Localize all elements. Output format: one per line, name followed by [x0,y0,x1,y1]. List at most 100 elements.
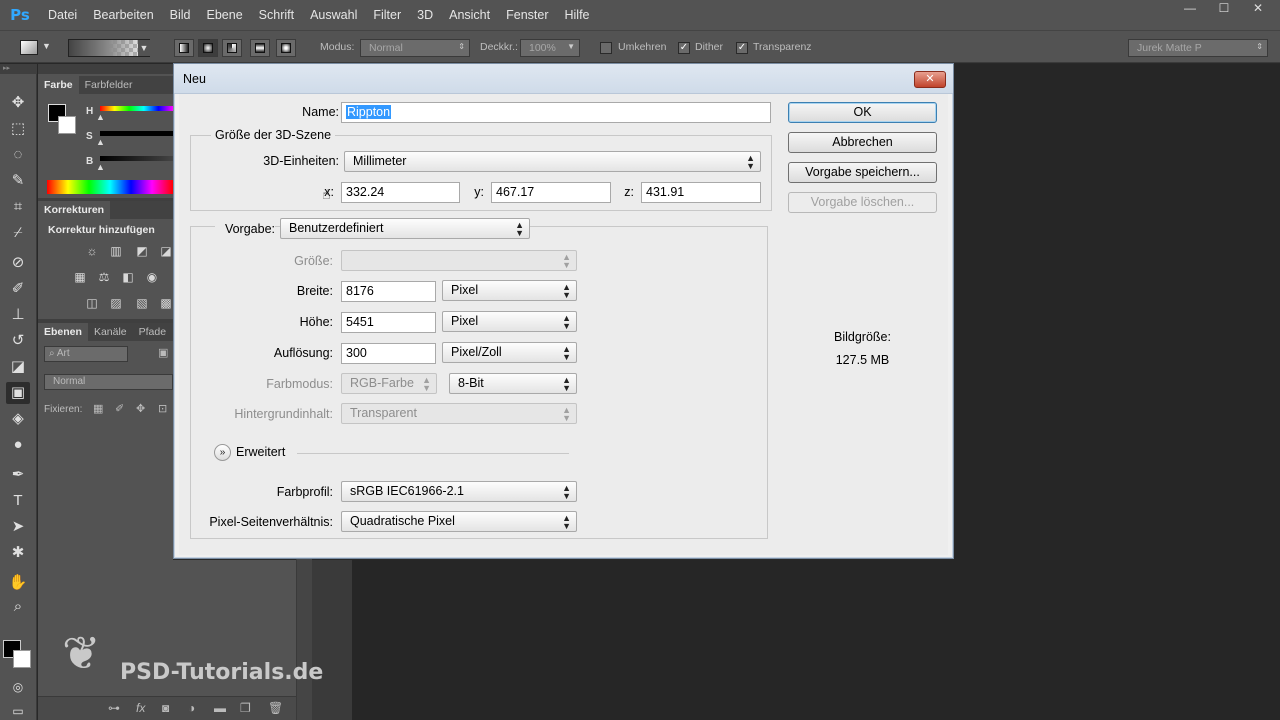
tool-preset-picker[interactable]: ▼ [12,39,52,57]
units-select[interactable]: Millimeter ▲ ▼ [344,151,761,172]
path-selection-tool-icon[interactable]: ➤ [6,516,30,538]
menu-hilfe[interactable]: Hilfe [557,8,598,22]
screen-mode-icon[interactable]: ▭ [6,700,30,720]
tab-farbfelder[interactable]: Farbfelder [79,76,139,94]
menu-bild[interactable]: Bild [162,8,199,22]
name-field[interactable]: Rippton [341,102,771,123]
height-unit-select[interactable]: Pixel ▲ ▼ [442,311,577,332]
height-field[interactable]: 5451 [341,312,436,333]
type-tool-icon[interactable]: T [6,490,30,512]
radial-gradient-button[interactable] [198,39,218,57]
z-field[interactable]: 431.91 [641,182,761,203]
linear-gradient-button[interactable] [174,39,194,57]
menu-3d[interactable]: 3D [409,8,441,22]
profile-select[interactable]: sRGB IEC61966-2.1 ▲ ▼ [341,481,577,502]
threshold-icon[interactable]: ▧ [134,296,150,310]
width-unit-select[interactable]: Pixel ▲ ▼ [442,280,577,301]
hand-tool-icon[interactable]: ✋ [6,572,30,594]
tab-pfade[interactable]: Pfade [133,323,172,341]
slider-thumb-icon[interactable]: ▲ [96,112,105,122]
reverse-checkbox[interactable] [600,42,612,54]
dialog-titlebar[interactable]: Neu ✕ [174,64,953,94]
quick-selection-tool-icon[interactable]: ✎ [6,170,30,192]
lock-all-icon[interactable]: ⊡ [158,402,167,415]
menu-ebene[interactable]: Ebene [199,8,251,22]
menu-filter[interactable]: Filter [365,8,409,22]
delete-preset-button[interactable]: Vorgabe löschen... [788,192,937,213]
close-icon[interactable]: ✕ [914,71,946,88]
adjustment-layer-icon[interactable]: ◑ [188,701,195,715]
opacity-input[interactable]: 100% ▼ [520,39,580,57]
color-background-swatch[interactable] [58,116,76,134]
history-brush-tool-icon[interactable]: ↺ [6,330,30,352]
photo-filter-icon[interactable]: ◉ [144,270,160,284]
invert-icon[interactable]: ◫ [84,296,100,310]
ok-button[interactable]: OK [788,102,937,123]
zoom-tool-icon[interactable]: ⌕ [6,596,30,618]
vibrance-icon[interactable]: ▦ [72,270,88,284]
stamp-tool-icon[interactable]: ⊥ [6,304,30,326]
color-spectrum[interactable] [47,180,173,194]
menu-bearbeiten[interactable]: Bearbeiten [85,8,161,22]
lock-transparent-icon[interactable]: ▦ [93,402,103,415]
dither-checkbox[interactable]: ✓ [678,42,690,54]
add-mask-icon[interactable]: ◙ [162,701,169,715]
link-layers-icon[interactable]: ⊶ [108,701,120,715]
diamond-gradient-button[interactable] [276,39,296,57]
menu-auswahl[interactable]: Auswahl [302,8,365,22]
healing-brush-tool-icon[interactable]: ⊘ [6,252,30,274]
cancel-button[interactable]: Abbrechen [788,132,937,153]
menu-datei[interactable]: Datei [40,8,85,22]
maximize-button[interactable]: ☐ [1208,0,1240,18]
levels-icon[interactable]: ▥ [108,244,124,258]
minimize-button[interactable]: — [1174,0,1206,18]
blur-tool-icon[interactable]: ◈ [6,408,30,430]
posterize-icon[interactable]: ▨ [108,296,124,310]
slider-s-bar[interactable] [100,131,173,136]
quick-mask-icon[interactable]: ◎ [6,676,30,698]
size-select[interactable]: ▲ ▼ [341,250,577,271]
lasso-tool-icon[interactable]: ◌ [6,144,30,166]
aspect-select[interactable]: Quadratische Pixel ▲ ▼ [341,511,577,532]
marquee-tool-icon[interactable]: ⬚ [6,118,30,140]
background-select[interactable]: Transparent ▲ ▼ [341,403,577,424]
curves-icon[interactable]: ◩ [134,244,150,258]
y-field[interactable]: 467.17 [491,182,611,203]
image-filter-icon[interactable]: ▣ [158,346,168,359]
move-tool-icon[interactable]: ✥ [6,92,30,114]
x-field[interactable]: 332.24 [341,182,460,203]
expand-advanced-icon[interactable]: » [214,444,231,461]
slider-b-bar[interactable] [100,156,173,161]
tab-farbe[interactable]: Farbe [38,76,79,94]
crop-tool-icon[interactable]: ⌗ [6,196,30,218]
save-preset-button[interactable]: Vorgabe speichern... [788,162,937,183]
shape-tool-icon[interactable]: ✱ [6,542,30,564]
brightness-icon[interactable]: ☼ [84,244,100,258]
resolution-unit-select[interactable]: Pixel/Zoll ▲ ▼ [442,342,577,363]
pen-tool-icon[interactable]: ✒ [6,464,30,486]
new-group-icon[interactable]: ▬ [214,701,226,715]
reflected-gradient-button[interactable] [250,39,270,57]
bitdepth-select[interactable]: 8-Bit ▲ ▼ [449,373,577,394]
new-layer-icon[interactable]: ❐ [240,701,251,715]
close-window-button[interactable]: ✕ [1242,0,1274,18]
lock-image-icon[interactable]: ✐ [115,402,124,415]
angle-gradient-button[interactable] [222,39,242,57]
lock-position-icon[interactable]: ✥ [136,402,145,415]
blend-mode-select[interactable]: Normal [44,374,173,390]
preset-select[interactable]: Benutzerdefiniert ▲ ▼ [280,218,530,239]
resolution-field[interactable]: 300 [341,343,436,364]
tab-ebenen[interactable]: Ebenen [38,323,88,341]
dodge-tool-icon[interactable]: ● [6,434,30,456]
eyedropper-tool-icon[interactable]: ⌿ [6,222,30,244]
width-field[interactable]: 8176 [341,281,436,302]
gradient-picker[interactable]: ▼ [68,39,150,57]
mode-select[interactable]: Normal ⇕ [360,39,470,57]
gradient-map-icon[interactable]: ▩ [158,296,174,310]
slider-thumb-icon[interactable]: ▲ [96,137,105,147]
menu-schrift[interactable]: Schrift [251,8,302,22]
colormode-select[interactable]: RGB-Farbe ▲ ▼ [341,373,437,394]
slider-h-bar[interactable] [100,106,173,111]
tab-korrekturen[interactable]: Korrekturen [38,201,111,219]
tab-kanaele[interactable]: Kanäle [88,323,133,341]
